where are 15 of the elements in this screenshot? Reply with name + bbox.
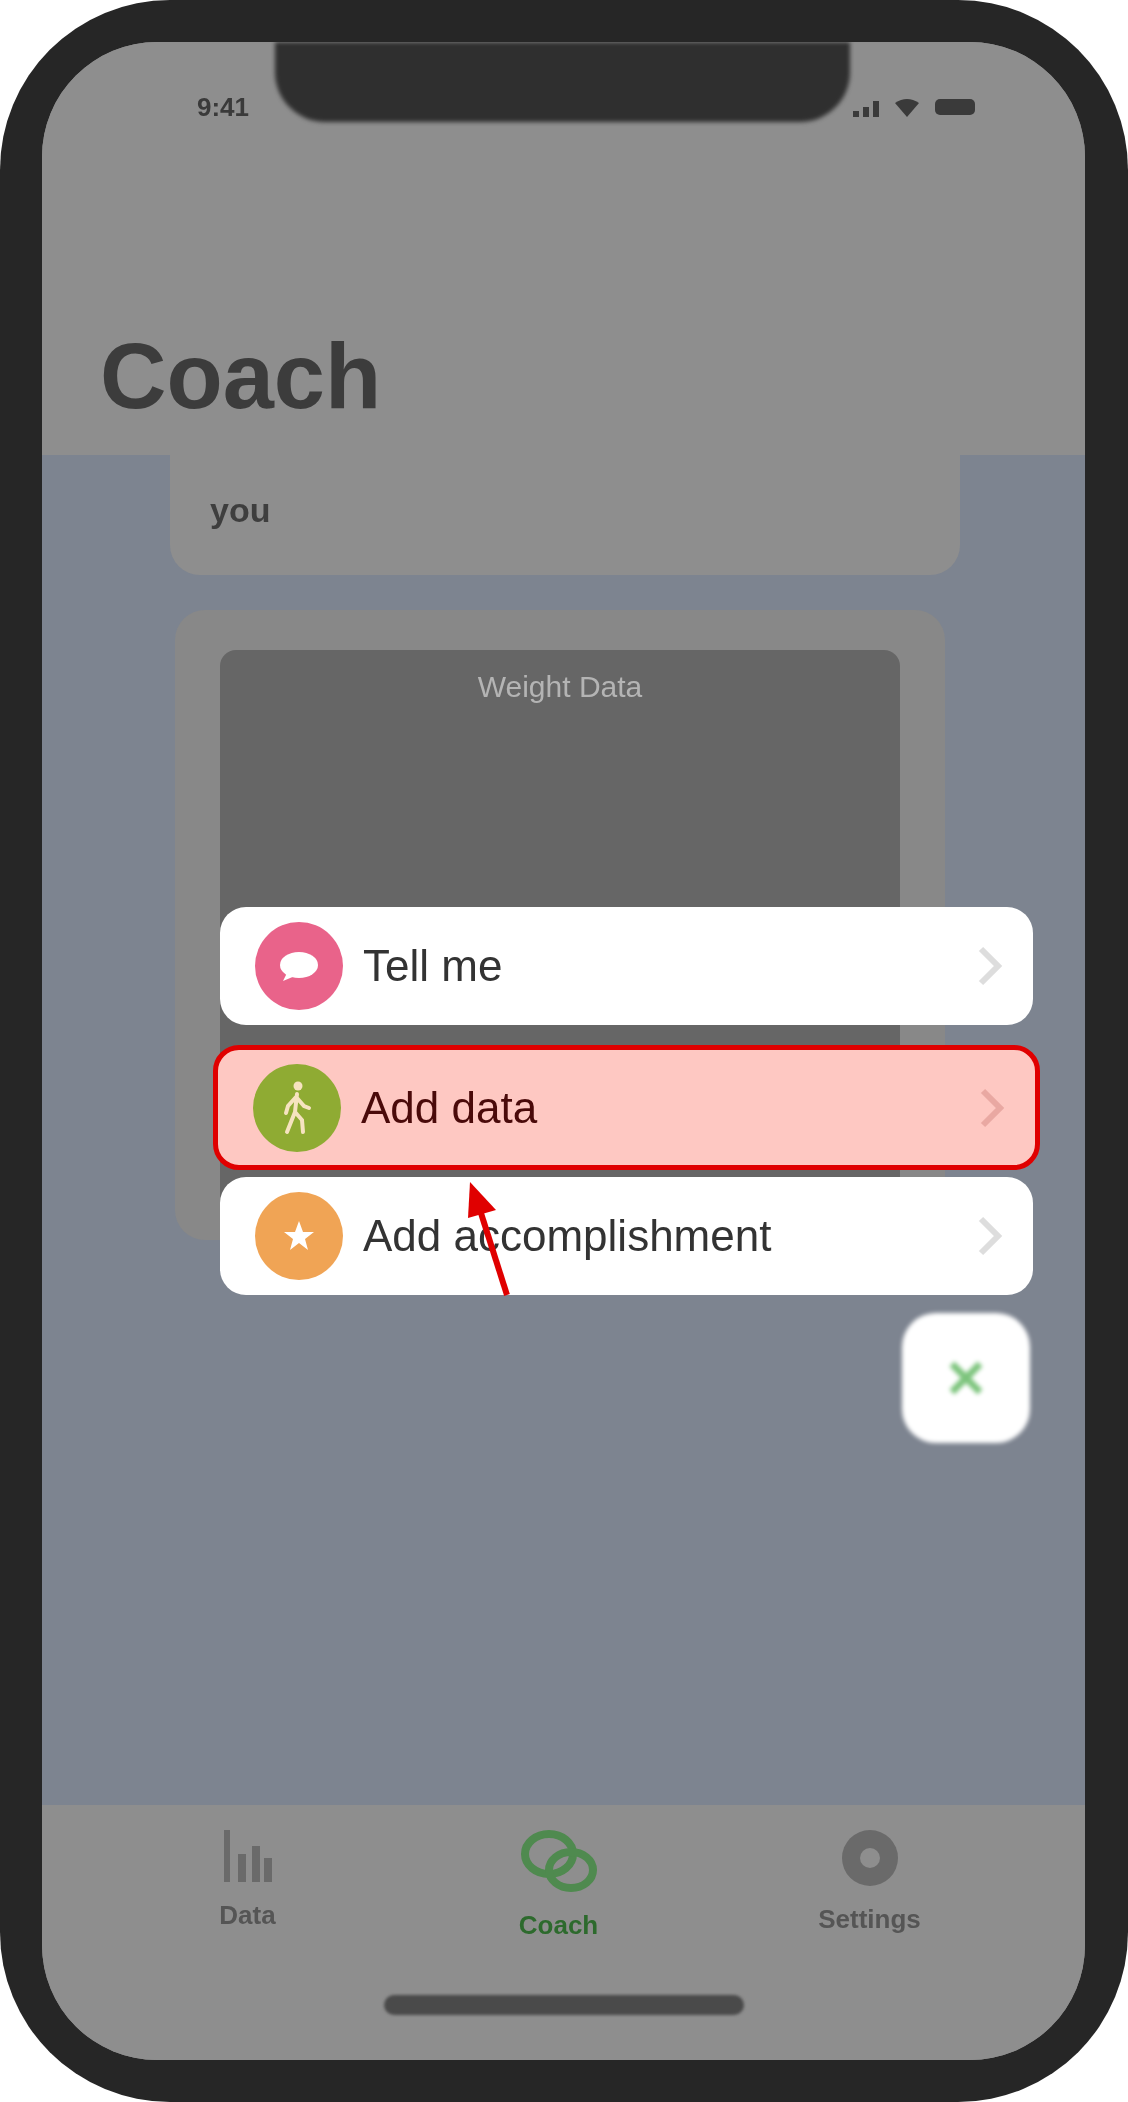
status-time: 9:41 <box>197 91 250 123</box>
chevron-icon <box>977 945 1003 987</box>
page-title: Coach <box>100 324 383 429</box>
wifi-icon <box>895 97 919 117</box>
walking-person-icon <box>282 1079 312 1136</box>
message-text: you <box>210 491 271 530</box>
chevron-icon <box>979 1086 1005 1129</box>
battery-icon <box>935 99 975 115</box>
close-button[interactable] <box>902 1313 1030 1443</box>
speech-bubble-icon <box>279 951 319 981</box>
star-icon <box>282 1219 316 1253</box>
menu-item[interactable]: Add data <box>213 1045 1040 1170</box>
chevron-icon <box>977 1215 1003 1257</box>
menu-item[interactable]: Tell me <box>220 907 1033 1025</box>
chart-title: Weight Data <box>477 670 643 704</box>
